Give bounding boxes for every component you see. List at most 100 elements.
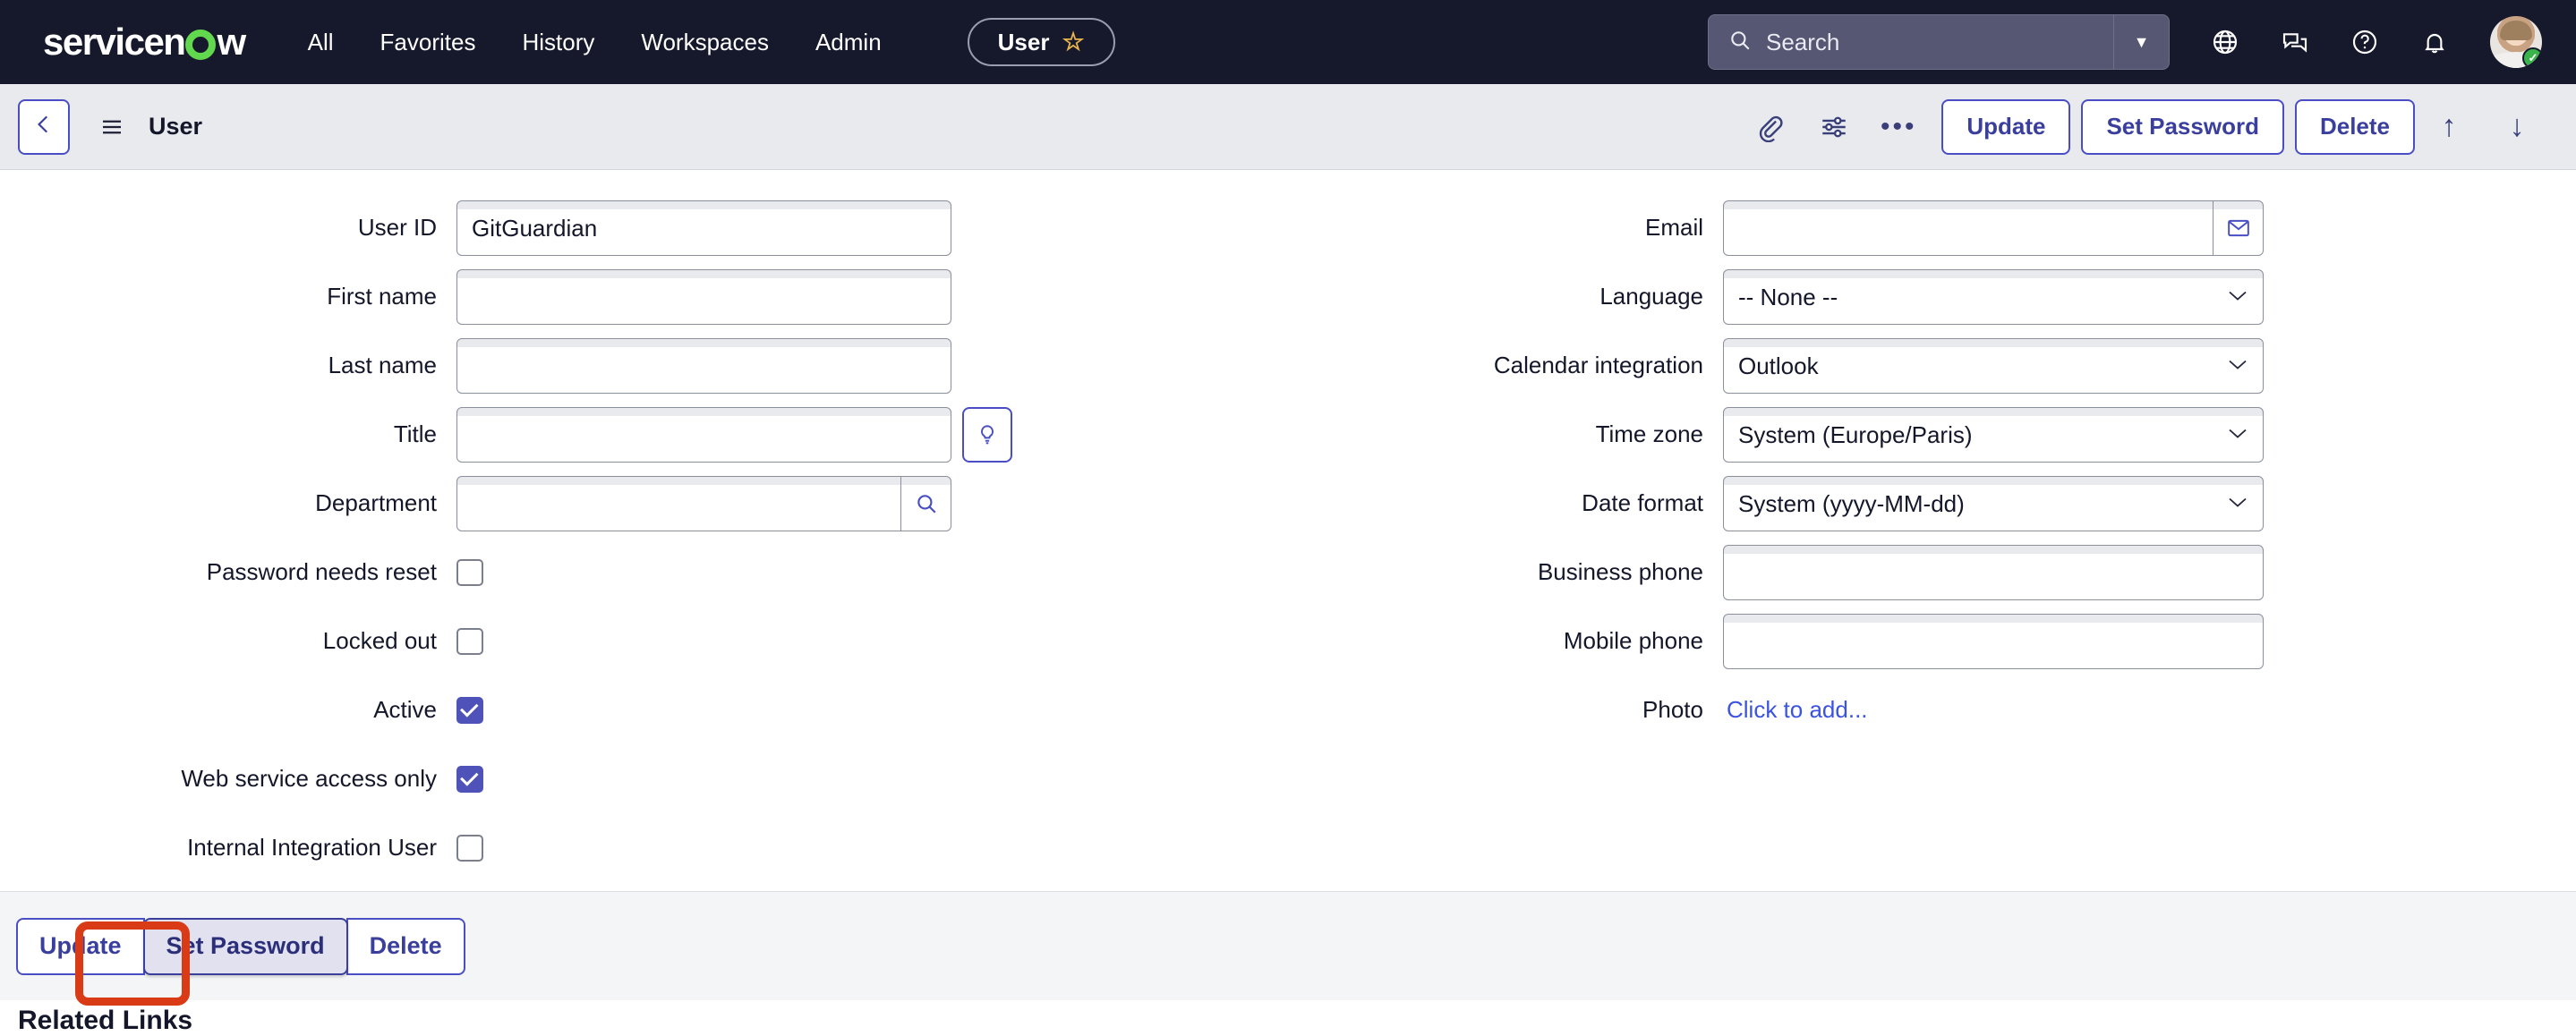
- more-options-icon[interactable]: •••: [1866, 113, 1931, 140]
- label-photo: Photo: [1642, 696, 1703, 723]
- checkbox-web-service-access-only[interactable]: [456, 765, 483, 793]
- input-mobile-phone[interactable]: [1723, 613, 2264, 669]
- search-placeholder: Search: [1766, 28, 1840, 55]
- next-record-icon[interactable]: ↓: [2483, 109, 2551, 144]
- set-password-button[interactable]: Set Password: [2081, 98, 2284, 155]
- field-row-web-service-access-only: Web service access only: [0, 744, 1289, 813]
- previous-record-icon[interactable]: ↑: [2415, 109, 2483, 144]
- envelope-icon[interactable]: [2213, 200, 2263, 255]
- input-last-name[interactable]: [456, 337, 951, 394]
- select-calendar-integration[interactable]: Outlook: [1723, 337, 2264, 394]
- field-row-email: Email: [1289, 193, 2576, 262]
- input-department[interactable]: [456, 475, 951, 531]
- personalize-icon[interactable]: [1802, 112, 1866, 142]
- delete-button[interactable]: Delete: [2294, 98, 2415, 155]
- input-business-phone[interactable]: [1723, 544, 2264, 600]
- label-last-name: Last name: [328, 352, 437, 378]
- field-row-internal-integration-user: Internal Integration User: [0, 813, 1289, 882]
- department-lookup-search-icon[interactable]: [900, 476, 951, 531]
- input-user-id[interactable]: GitGuardian: [456, 200, 951, 256]
- hamburger-icon[interactable]: [98, 114, 125, 140]
- label-first-name: First name: [327, 283, 437, 310]
- form-column-right: Email Language -- None -- Calendar integ…: [1289, 193, 2576, 744]
- chevron-down-icon: [2227, 286, 2248, 307]
- servicenow-logo[interactable]: servicen w: [43, 21, 246, 63]
- checkbox-active[interactable]: [456, 696, 483, 724]
- nav-item-history[interactable]: History: [522, 29, 594, 56]
- field-row-mobile-phone: Mobile phone: [1289, 607, 2576, 675]
- utility-icons: ✓: [2211, 16, 2542, 68]
- chat-icon[interactable]: [2281, 28, 2309, 56]
- current-record-label: User: [997, 28, 1050, 55]
- avatar[interactable]: ✓: [2490, 16, 2542, 68]
- checkbox-password-needs-reset[interactable]: [456, 558, 483, 586]
- related-links-heading: Related Links: [18, 1006, 193, 1035]
- search-input[interactable]: Search: [1709, 15, 2113, 69]
- label-web-service-access-only: Web service access only: [181, 765, 437, 792]
- field-row-password-needs-reset: Password needs reset: [0, 538, 1289, 607]
- label-internal-integration-user: Internal Integration User: [187, 834, 437, 861]
- logo-text-pre: servicen: [43, 21, 186, 63]
- input-email[interactable]: [1723, 200, 2264, 256]
- photo-click-to-add-link[interactable]: Click to add...: [1723, 696, 1868, 724]
- input-user-id-value: GitGuardian: [472, 214, 598, 242]
- field-row-department: Department: [0, 469, 1289, 538]
- field-row-user-id: User ID GitGuardian: [0, 193, 1289, 262]
- input-title[interactable]: [456, 406, 951, 463]
- bell-icon[interactable]: [2420, 28, 2449, 56]
- bottom-button-group: Update Set Password Delete: [16, 917, 465, 975]
- bottom-set-password-button[interactable]: Set Password: [142, 917, 348, 975]
- help-icon[interactable]: [2350, 28, 2379, 56]
- select-time-zone[interactable]: System (Europe/Paris): [1723, 406, 2264, 463]
- select-language-value: -- None --: [1738, 283, 1838, 310]
- form-body: User ID GitGuardian First name Last name…: [0, 170, 2576, 891]
- select-date-format[interactable]: System (yyyy-MM-dd): [1723, 475, 2264, 531]
- label-mobile-phone: Mobile phone: [1563, 627, 1703, 654]
- search-scope-dropdown[interactable]: ▼: [2113, 15, 2169, 69]
- field-row-last-name: Last name: [0, 331, 1289, 400]
- label-active: Active: [373, 696, 437, 723]
- field-row-first-name: First name: [0, 262, 1289, 331]
- field-row-business-phone: Business phone: [1289, 538, 2576, 607]
- online-status-badge: ✓: [2522, 47, 2542, 68]
- nav-item-admin[interactable]: Admin: [815, 29, 882, 56]
- label-business-phone: Business phone: [1537, 558, 1703, 585]
- chevron-left-icon: [32, 113, 55, 140]
- bottom-delete-button[interactable]: Delete: [345, 917, 465, 975]
- field-row-active: Active: [0, 675, 1289, 744]
- back-button[interactable]: [18, 98, 70, 155]
- globe-icon[interactable]: [2211, 28, 2239, 56]
- label-email: Email: [1644, 214, 1703, 241]
- favorite-star-icon[interactable]: ☆: [1062, 30, 1084, 55]
- attachment-icon[interactable]: [1737, 112, 1802, 142]
- form-column-left: User ID GitGuardian First name Last name…: [0, 193, 1289, 882]
- checkbox-locked-out[interactable]: [456, 627, 483, 655]
- field-row-calendar-integration: Calendar integration Outlook: [1289, 331, 2576, 400]
- form-toolbar-actions: ••• Update Set Password Delete ↑ ↓: [1737, 98, 2551, 155]
- avatar-image: [2500, 21, 2532, 40]
- label-title: Title: [393, 420, 437, 447]
- field-row-language: Language -- None --: [1289, 262, 2576, 331]
- bottom-update-button[interactable]: Update: [16, 917, 145, 975]
- page-title: User: [149, 113, 203, 140]
- label-department: Department: [315, 489, 437, 516]
- nav-item-workspaces[interactable]: Workspaces: [641, 29, 769, 56]
- nav-item-favorites[interactable]: Favorites: [380, 29, 476, 56]
- form-toolbar: User ••• Update Set Password Delete ↑ ↓: [0, 84, 2576, 170]
- update-button[interactable]: Update: [1941, 98, 2071, 155]
- field-row-title: Title: [0, 400, 1289, 469]
- nav-item-all[interactable]: All: [308, 29, 334, 56]
- label-date-format: Date format: [1582, 489, 1703, 516]
- select-date-format-value: System (yyyy-MM-dd): [1738, 489, 1965, 517]
- suggestion-icon[interactable]: [962, 406, 1012, 463]
- search-icon: [1728, 29, 1752, 56]
- current-record-pill[interactable]: User ☆: [967, 18, 1115, 66]
- field-row-time-zone: Time zone System (Europe/Paris): [1289, 400, 2576, 469]
- input-first-name[interactable]: [456, 268, 951, 325]
- global-search[interactable]: Search ▼: [1708, 14, 2170, 70]
- select-language[interactable]: -- None --: [1723, 268, 2264, 325]
- select-calendar-integration-value: Outlook: [1738, 352, 1819, 379]
- checkbox-internal-integration-user[interactable]: [456, 834, 483, 862]
- label-user-id: User ID: [357, 214, 437, 241]
- chevron-down-icon: [2227, 355, 2248, 376]
